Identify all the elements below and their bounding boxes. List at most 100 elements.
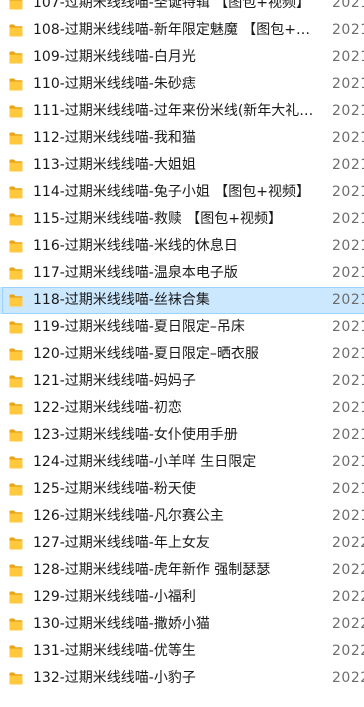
file-date-modified: 2021 — [332, 0, 364, 11]
folder-icon — [9, 429, 23, 442]
folder-icon — [9, 483, 23, 496]
file-date-modified: 2022 — [332, 616, 364, 632]
folder-icon — [9, 321, 23, 334]
file-date-modified: 2021 — [332, 157, 364, 173]
file-date-modified: 2021 — [332, 427, 364, 443]
file-date-modified: 2021 — [332, 22, 364, 38]
file-name: 129-过期米线线喵-小福利 — [33, 589, 196, 605]
file-date-modified: 2021 — [332, 238, 364, 254]
file-date-modified: 2021 — [332, 130, 364, 146]
file-name: 116-过期米线线喵-米线的休息日 — [33, 238, 238, 254]
file-row[interactable]: 108-过期米线线喵-新年限定魅魔 【图包+视频】 2021 — [0, 17, 364, 44]
file-row[interactable]: 119-过期米线线喵-夏日限定–吊床 2021 — [0, 314, 364, 341]
folder-icon — [9, 78, 23, 91]
file-name: 125-过期米线线喵-粉天使 — [33, 481, 196, 497]
file-row[interactable]: 116-过期米线线喵-米线的休息日 2021 — [0, 233, 364, 260]
file-name: 112-过期米线线喵-我和猫 — [33, 130, 196, 146]
folder-icon — [9, 294, 23, 307]
file-row[interactable]: 123-过期米线线喵-女仆使用手册 2021 — [0, 422, 364, 449]
file-date-modified: 2021 — [332, 481, 364, 497]
file-name: 119-过期米线线喵-夏日限定–吊床 — [33, 319, 245, 335]
file-name: 121-过期米线线喵-妈妈子 — [33, 373, 196, 389]
folder-icon — [9, 537, 23, 550]
file-name: 130-过期米线线喵-撒娇小猫 — [33, 616, 210, 632]
file-date-modified: 2021 — [332, 508, 364, 524]
folder-icon — [9, 132, 23, 145]
file-row[interactable]: 111-过期米线线喵-过年来份米线(新年大礼包) 2021 — [0, 98, 364, 125]
file-date-modified: 2021 — [332, 49, 364, 65]
folder-icon — [9, 402, 23, 415]
file-date-modified: 2022 — [332, 562, 364, 578]
file-row[interactable]: 129-过期米线线喵-小福利 2022 — [0, 584, 364, 611]
file-row[interactable]: 120-过期米线线喵-夏日限定–晒衣服 2021 — [0, 341, 364, 368]
file-name: 122-过期米线线喵-初恋 — [33, 400, 182, 416]
file-row[interactable]: 109-过期米线线喵-白月光 2021 — [0, 44, 364, 71]
folder-icon — [9, 24, 23, 37]
file-date-modified: 2021 — [332, 76, 364, 92]
folder-icon — [9, 564, 23, 577]
file-row[interactable]: 132-过期米线线喵-小豹子 2022 — [0, 665, 364, 692]
file-row[interactable]: 107-过期米线线喵-圣诞特辑 【图包+视频】 2021 — [0, 0, 364, 17]
file-name: 118-过期米线线喵-丝袜合集 — [33, 292, 210, 308]
file-date-modified: 2022 — [332, 643, 364, 659]
file-row[interactable]: 113-过期米线线喵-大姐姐 2021 — [0, 152, 364, 179]
file-date-modified: 2022 — [332, 535, 364, 551]
file-row[interactable]: 128-过期米线线喵-虎年新作 强制瑟瑟 2022 — [0, 557, 364, 584]
folder-icon — [9, 456, 23, 469]
file-row[interactable]: 114-过期米线线喵-兔子小姐 【图包+视频】 2021 — [0, 179, 364, 206]
file-name: 115-过期米线线喵-救赎 【图包+视频】 — [33, 211, 283, 227]
folder-icon — [9, 159, 23, 172]
file-date-modified: 2021 — [332, 346, 364, 362]
file-row[interactable]: 118-过期米线线喵-丝袜合集 2021 — [0, 287, 364, 314]
file-name: 113-过期米线线喵-大姐姐 — [33, 157, 196, 173]
folder-icon — [9, 591, 23, 604]
file-name: 117-过期米线线喵-温泉本电子版 — [33, 265, 238, 281]
folder-icon — [9, 645, 23, 658]
file-date-modified: 2021 — [332, 265, 364, 281]
folder-icon — [9, 672, 23, 685]
folder-icon — [9, 267, 23, 280]
folder-icon — [9, 510, 23, 523]
file-date-modified: 2021 — [332, 211, 364, 227]
file-row[interactable]: 112-过期米线线喵-我和猫 2021 — [0, 125, 364, 152]
file-row[interactable]: 127-过期米线线喵-年上女友 2022 — [0, 530, 364, 557]
file-date-modified: 2022 — [332, 589, 364, 605]
file-date-modified: 2022 — [332, 670, 364, 686]
file-name: 107-过期米线线喵-圣诞特辑 【图包+视频】 — [33, 0, 311, 11]
folder-icon — [9, 348, 23, 361]
file-row[interactable]: 130-过期米线线喵-撒娇小猫 2022 — [0, 611, 364, 638]
file-row[interactable]: 115-过期米线线喵-救赎 【图包+视频】 2021 — [0, 206, 364, 233]
file-row[interactable]: 125-过期米线线喵-粉天使 2021 — [0, 476, 364, 503]
file-name: 124-过期米线线喵-小羊咩 生日限定 — [33, 454, 257, 470]
file-date-modified: 2021 — [332, 184, 364, 200]
file-name: 132-过期米线线喵-小豹子 — [33, 670, 196, 686]
file-name: 127-过期米线线喵-年上女友 — [33, 535, 210, 551]
file-date-modified: 2021 — [332, 103, 364, 119]
file-name: 114-过期米线线喵-兔子小姐 【图包+视频】 — [33, 184, 311, 200]
file-list: 107-过期米线线喵-圣诞特辑 【图包+视频】 2021 108-过期米线线喵-… — [0, 0, 364, 692]
file-row[interactable]: 124-过期米线线喵-小羊咩 生日限定 2021 — [0, 449, 364, 476]
file-row[interactable]: 121-过期米线线喵-妈妈子 2021 — [0, 368, 364, 395]
folder-icon — [9, 105, 23, 118]
file-row[interactable]: 131-过期米线线喵-优等生 2022 — [0, 638, 364, 665]
folder-icon — [9, 375, 23, 388]
file-date-modified: 2021 — [332, 319, 364, 335]
file-row[interactable]: 110-过期米线线喵-朱砂痣 2021 — [0, 71, 364, 98]
file-name: 108-过期米线线喵-新年限定魅魔 【图包+视频】 — [33, 22, 315, 38]
folder-icon — [9, 186, 23, 199]
folder-icon — [9, 240, 23, 253]
folder-icon — [9, 51, 23, 64]
file-date-modified: 2021 — [332, 373, 364, 389]
file-date-modified: 2021 — [332, 454, 364, 470]
folder-icon — [9, 0, 23, 10]
file-name: 123-过期米线线喵-女仆使用手册 — [33, 427, 238, 443]
file-row[interactable]: 122-过期米线线喵-初恋 2021 — [0, 395, 364, 422]
file-name: 126-过期米线线喵-凡尔赛公主 — [33, 508, 224, 524]
file-date-modified: 2021 — [332, 292, 364, 308]
file-row[interactable]: 126-过期米线线喵-凡尔赛公主 2021 — [0, 503, 364, 530]
file-row[interactable]: 117-过期米线线喵-温泉本电子版 2021 — [0, 260, 364, 287]
folder-icon — [9, 618, 23, 631]
file-name: 109-过期米线线喵-白月光 — [33, 49, 196, 65]
folder-icon — [9, 213, 23, 226]
file-name: 110-过期米线线喵-朱砂痣 — [33, 76, 196, 92]
